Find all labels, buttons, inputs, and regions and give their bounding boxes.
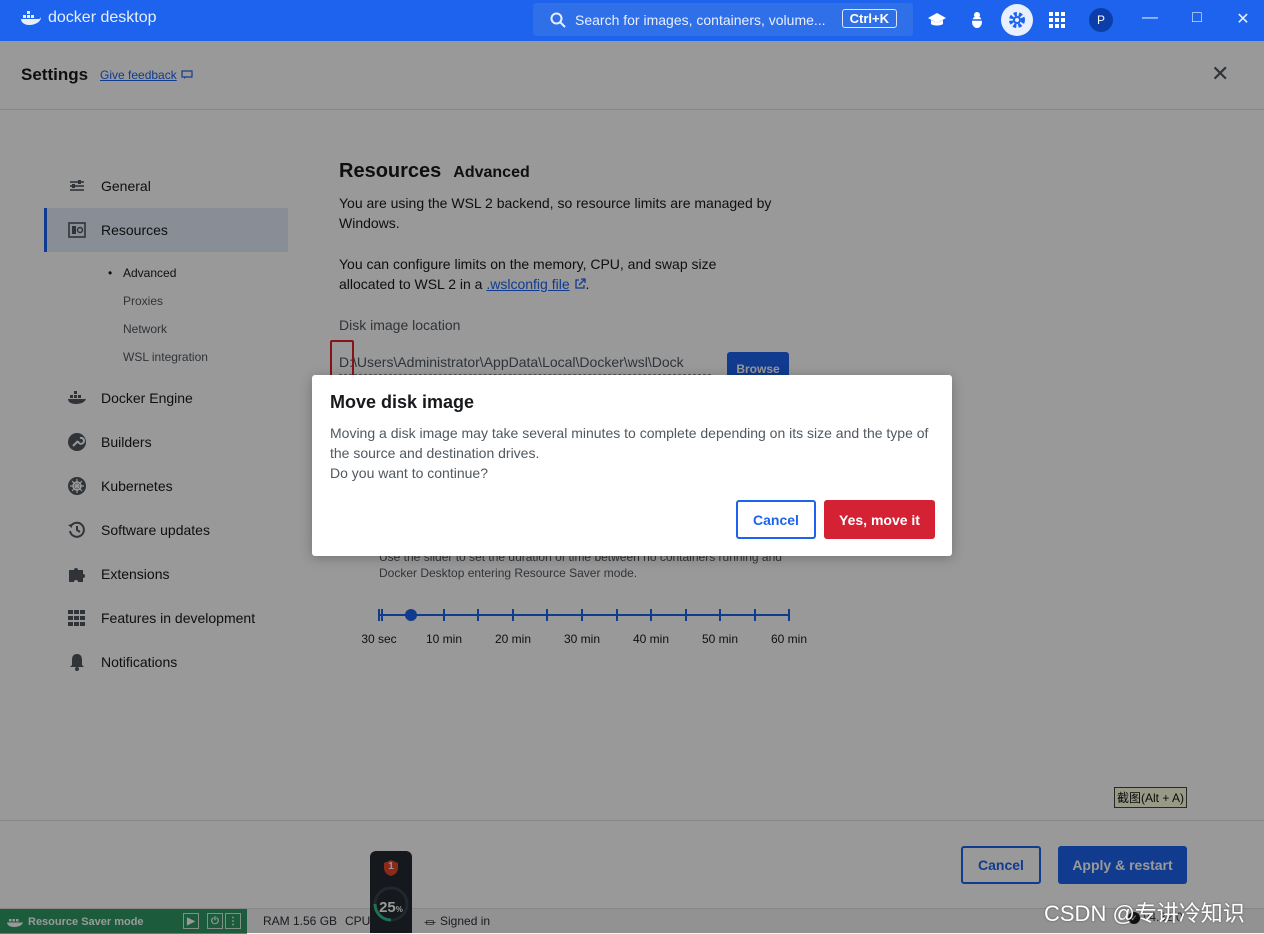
- brand-docker: docker: [48, 9, 97, 26]
- watermark: CSDN @专讲冷知识: [1044, 901, 1245, 926]
- move-disk-image-dialog: Move disk image Moving a disk image may …: [312, 375, 952, 556]
- learning-center-icon[interactable]: [925, 8, 949, 32]
- search-icon: [550, 12, 566, 28]
- minimize-icon[interactable]: —: [1138, 9, 1162, 27]
- gear-icon: [1009, 12, 1025, 28]
- global-search[interactable]: Search for images, containers, volume...…: [533, 3, 913, 36]
- settings-gear-button[interactable]: [1001, 4, 1033, 36]
- avatar[interactable]: P: [1089, 8, 1113, 32]
- docker-logo: docker desktop: [20, 9, 157, 27]
- dialog-body-line2: Do you want to continue?: [330, 465, 488, 481]
- bug-icon[interactable]: [965, 8, 989, 32]
- brand-desktop: desktop: [100, 9, 157, 26]
- search-shortcut: Ctrl+K: [841, 9, 897, 28]
- dialog-confirm-button[interactable]: Yes, move it: [824, 500, 935, 539]
- title-bar: docker desktop Search for images, contai…: [0, 0, 1264, 41]
- dialog-body: Moving a disk image may take several min…: [330, 423, 930, 483]
- search-placeholder: Search for images, containers, volume...: [575, 11, 826, 28]
- maximize-icon[interactable]: □: [1185, 9, 1209, 27]
- close-window-icon[interactable]: ✕: [1231, 9, 1255, 29]
- apps-grid-icon[interactable]: [1045, 8, 1069, 32]
- dialog-body-line1: Moving a disk image may take several min…: [330, 425, 929, 461]
- whale-logo-icon: [21, 11, 41, 25]
- dialog-title: Move disk image: [330, 392, 475, 412]
- dialog-cancel-button[interactable]: Cancel: [736, 500, 816, 539]
